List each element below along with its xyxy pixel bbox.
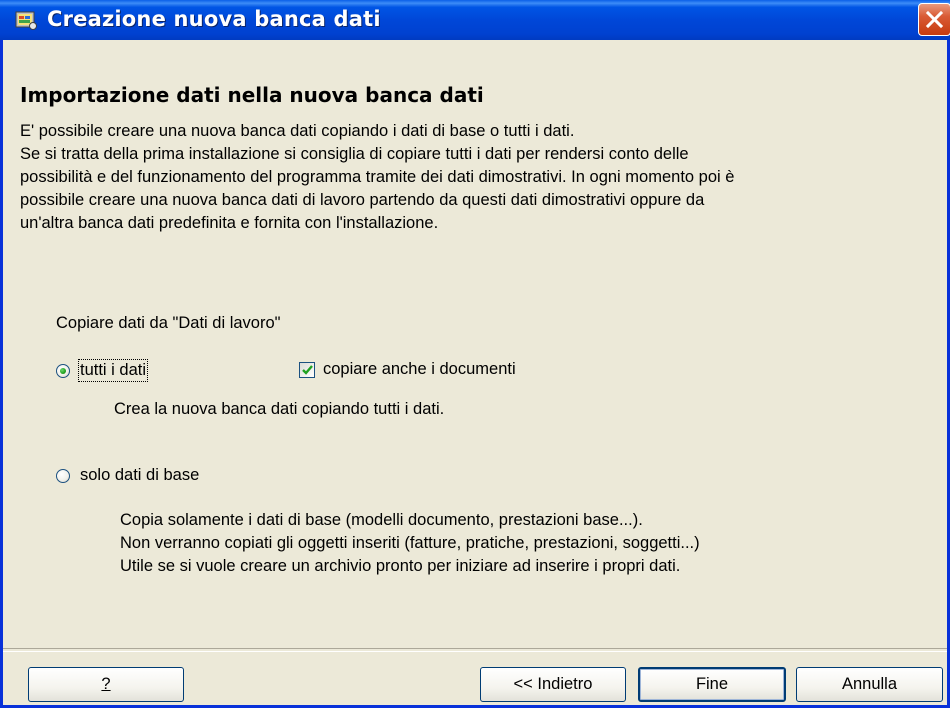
- close-icon: [925, 10, 944, 29]
- radio-base-data-row[interactable]: solo dati di base: [56, 466, 199, 485]
- description-line: Se si tratta della prima installazione s…: [20, 145, 689, 163]
- back-button[interactable]: << Indietro: [480, 667, 626, 702]
- footer-separator: [3, 648, 947, 652]
- description-text: E' possibile creare una nuova banca dati…: [20, 120, 940, 235]
- close-button[interactable]: [918, 3, 950, 36]
- radio-selected-dot: [60, 367, 66, 374]
- radio-base-data-label[interactable]: solo dati di base: [80, 466, 199, 485]
- cancel-button[interactable]: Annulla: [796, 667, 943, 702]
- radio-all-data-label[interactable]: tutti i dati: [77, 359, 149, 382]
- radio-base-data[interactable]: [56, 468, 70, 483]
- description-line: E' possibile creare una nuova banca dati…: [20, 122, 575, 140]
- base-description-line: Copia solamente i dati di base (modelli …: [120, 511, 643, 529]
- copy-documents-checkbox[interactable]: [299, 361, 315, 378]
- base-description-line: Non verranno copiati gli oggetti inserit…: [120, 534, 700, 552]
- finish-button[interactable]: Fine: [638, 667, 786, 702]
- window-title: Creazione nuova banca dati: [47, 7, 381, 31]
- title-bar[interactable]: Creazione nuova banca dati: [0, 0, 950, 40]
- radio-all-data[interactable]: [56, 363, 70, 378]
- help-button[interactable]: ?: [28, 667, 184, 702]
- description-line: un'altra banca dati predefinita e fornit…: [20, 214, 439, 232]
- copy-documents-label[interactable]: copiare anche i documenti: [323, 360, 516, 379]
- description-line: possibilità e del funzionamento del prog…: [20, 168, 735, 186]
- all-data-description: Crea la nuova banca dati copiando tutti …: [114, 400, 445, 418]
- radio-all-data-row[interactable]: tutti i dati: [56, 359, 149, 382]
- page-heading: Importazione dati nella nuova banca dati: [20, 83, 484, 107]
- base-data-description: Copia solamente i dati di base (modelli …: [120, 509, 700, 578]
- copy-documents-row[interactable]: copiare anche i documenti: [299, 360, 516, 379]
- copy-source-label: Copiare dati da "Dati di lavoro": [56, 314, 281, 332]
- description-line: possibile creare una nuova banca dati di…: [20, 191, 705, 209]
- base-description-line: Utile se si vuole creare un archivio pro…: [120, 557, 681, 575]
- help-button-label: ?: [101, 675, 111, 693]
- checkmark-icon: [302, 364, 313, 375]
- database-app-icon: [15, 9, 37, 31]
- dialog-window: Creazione nuova banca dati Importazione …: [0, 0, 950, 708]
